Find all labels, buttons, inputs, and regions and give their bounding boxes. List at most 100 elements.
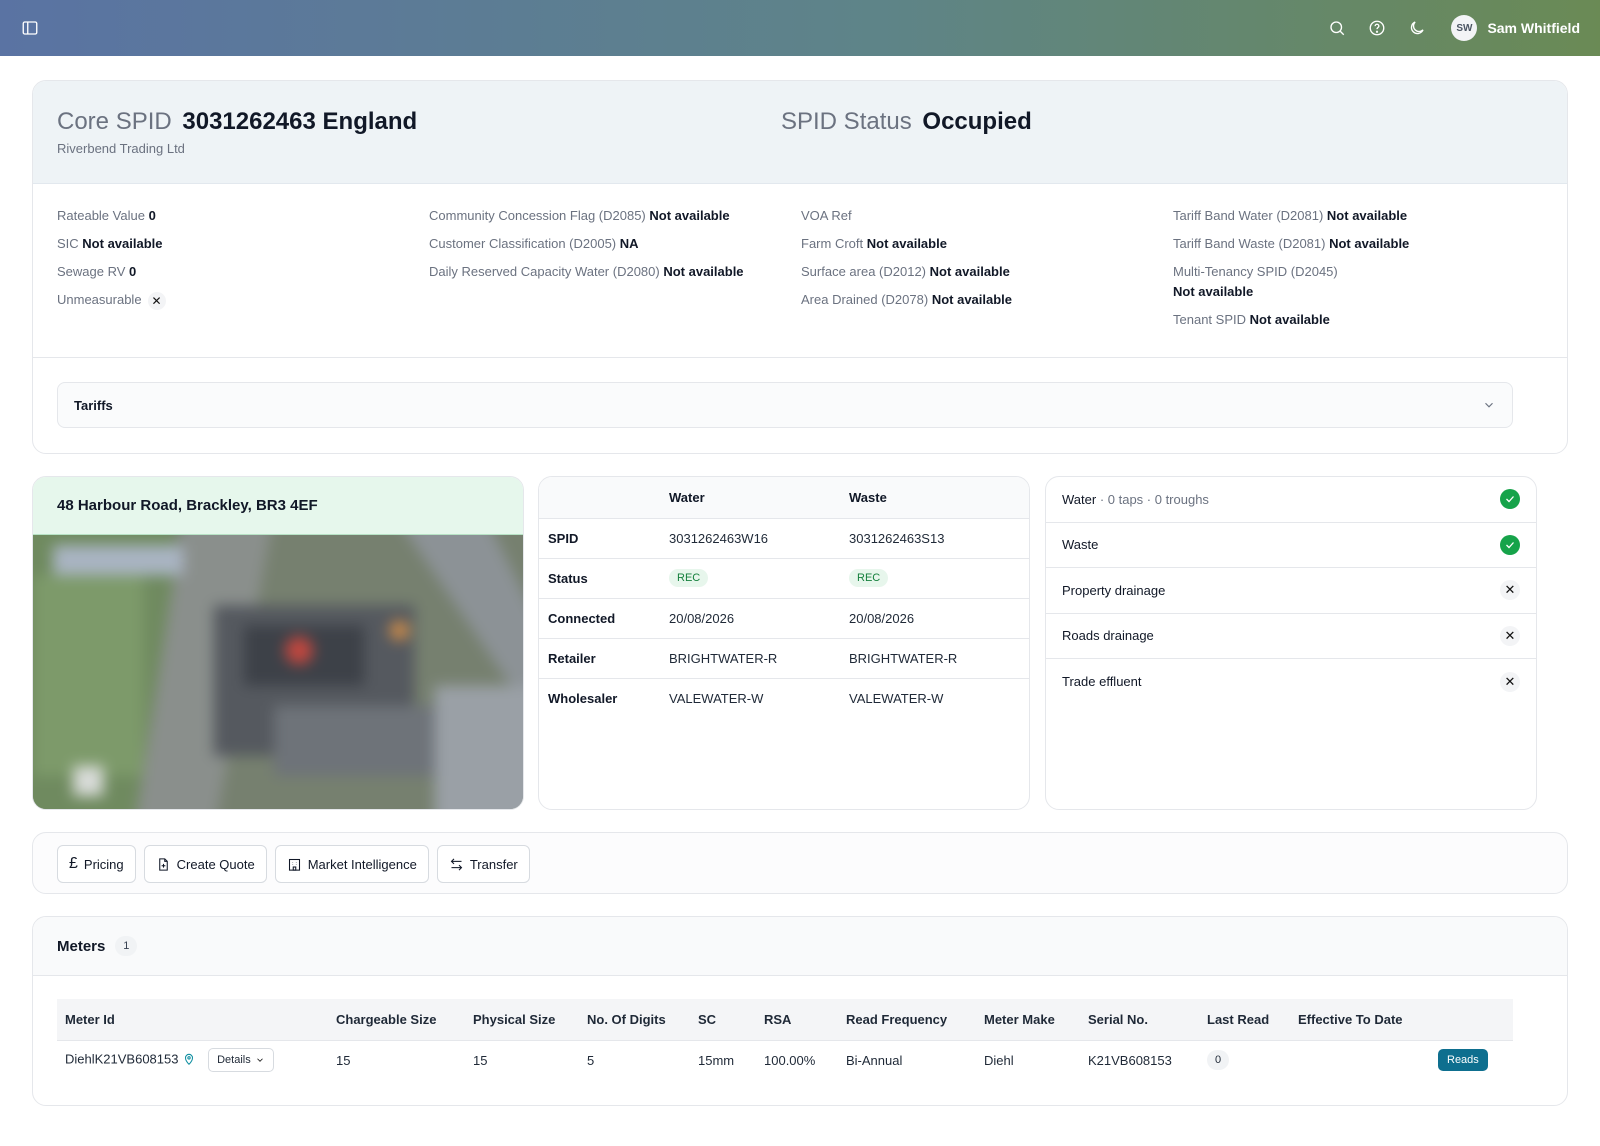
tariffs-accordion[interactable]: Tariffs xyxy=(57,382,1513,428)
sc: 15mm xyxy=(698,1052,735,1068)
attr-tenant-spid: Tenant SPID Not available xyxy=(1173,312,1330,327)
meter-id: DiehlK21VB608153 xyxy=(65,1051,179,1067)
digits: 5 xyxy=(587,1052,595,1068)
blurred-aerial-map xyxy=(33,535,523,809)
core-spid-label: Core SPID xyxy=(57,108,172,135)
meters-header: Meters 1 xyxy=(33,917,1567,976)
help-icon[interactable] xyxy=(1367,18,1387,38)
col-last-read: Last Read xyxy=(1199,999,1290,1041)
waste-status-cell: REC xyxy=(849,558,1029,599)
row-label: Wholesaler xyxy=(548,690,618,706)
close-icon: ✕ xyxy=(1500,671,1520,692)
pound-icon: £ xyxy=(69,855,78,872)
service-label: Trade effluent xyxy=(1062,674,1142,690)
create-quote-button[interactable]: Create Quote xyxy=(143,845,267,883)
service-waste: Waste xyxy=(1046,523,1536,568)
check-icon xyxy=(1500,534,1520,555)
col-chargeable-size: Chargeable Size xyxy=(328,999,465,1041)
market-intelligence-button[interactable]: Market Intelligence xyxy=(274,845,429,883)
search-icon[interactable] xyxy=(1327,18,1347,38)
transfer-button[interactable]: Transfer xyxy=(436,845,530,883)
check-icon xyxy=(1500,489,1520,510)
chevron-down-icon xyxy=(1485,402,1493,408)
attributes-col-1: Rateable Value 0 SIC Not available Sewag… xyxy=(57,206,417,318)
attr-daily-reserved-capacity: Daily Reserved Capacity Water (D2080) No… xyxy=(429,264,744,279)
user-menu[interactable]: SW Sam Whitfield xyxy=(1451,15,1580,41)
create-quote-label: Create Quote xyxy=(176,856,255,872)
core-spid-title: Core SPID 3031262463 England xyxy=(57,108,417,136)
attr-area-drained: Area Drained (D2078) Not available xyxy=(801,292,1013,307)
service-label: Water xyxy=(1062,491,1097,507)
col-rsa: RSA xyxy=(756,999,838,1041)
close-icon: ✕ xyxy=(1500,580,1520,601)
col-actions xyxy=(1430,999,1513,1041)
last-read-cell: 0 xyxy=(1199,1040,1290,1080)
service-roads-drainage: Roads drainage ✕ xyxy=(1046,614,1536,659)
table-row: SPID 3031262463W16 3031262463S13 xyxy=(539,518,1029,559)
spid-table-header: Water Waste xyxy=(539,477,1029,519)
details-label: Details xyxy=(217,1054,251,1067)
meters-table-header: Meter Id Chargeable Size Physical Size N… xyxy=(57,999,1513,1041)
transfer-label: Transfer xyxy=(469,856,518,872)
file-plus-icon xyxy=(158,857,168,871)
col-meter-make: Meter Make xyxy=(976,999,1080,1041)
dark-mode-icon[interactable] xyxy=(1407,18,1427,38)
row-label: Retailer xyxy=(539,638,669,679)
water-status-cell: REC xyxy=(669,558,849,599)
meters-table: Meter Id Chargeable Size Physical Size N… xyxy=(57,999,1513,1080)
waste-retailer: BRIGHTWATER-R xyxy=(849,638,1029,679)
water-wholesaler: VALEWATER-W xyxy=(669,690,764,706)
location-pin-icon[interactable] xyxy=(182,1052,196,1069)
attr-customer-classification: Customer Classification (D2005) NA xyxy=(429,236,639,251)
spid-detail-card: Water Waste SPID 3031262463W16 303126246… xyxy=(538,476,1030,810)
service-property-drainage: Property drainage ✕ xyxy=(1046,568,1536,614)
core-header: Core SPID 3031262463 England Riverbend T… xyxy=(33,81,1567,184)
table-row: Connected 20/08/2026 20/08/2026 xyxy=(539,598,1029,639)
table-row: Wholesaler VALEWATER-W VALEWATER-W xyxy=(539,678,1029,718)
serial-no: K21VB608153 xyxy=(1088,1052,1172,1068)
market-intelligence-label: Market Intelligence xyxy=(307,856,417,872)
water-retailer: BRIGHTWATER-R xyxy=(669,638,849,679)
attr-multi-tenancy: Multi-Tenancy SPID (D2045) Not available xyxy=(1173,264,1338,299)
effective-to-date xyxy=(1290,1040,1430,1080)
col-effective-to-date: Effective To Date xyxy=(1290,999,1430,1041)
read-frequency: Bi-Annual xyxy=(846,1052,903,1068)
attr-sewage-rv: Sewage RV 0 xyxy=(57,264,137,279)
row-label: SPID xyxy=(539,518,669,559)
spid-status-label: SPID Status xyxy=(781,108,912,135)
attributes-col-3: VOA Ref Farm Croft Not available Surface… xyxy=(801,206,1161,318)
address-card: 48 Harbour Road, Brackley, BR3 4EF xyxy=(32,476,524,810)
spid-table-header-waste: Waste xyxy=(849,477,1029,519)
company-name: Riverbend Trading Ltd xyxy=(57,141,185,156)
chevron-down-icon xyxy=(256,1058,263,1063)
meters-title: Meters xyxy=(57,937,106,955)
col-digits: No. Of Digits xyxy=(579,999,690,1041)
sidebar-toggle-icon[interactable] xyxy=(20,18,40,38)
meters-count-badge: 1 xyxy=(115,936,138,956)
action-bar: £ Pricing Create Quote Market Intelligen… xyxy=(32,832,1568,894)
status-badge: REC xyxy=(669,569,709,587)
map-image[interactable] xyxy=(33,535,523,809)
tariffs-label: Tariffs xyxy=(74,397,113,413)
core-spid-value: 3031262463 England xyxy=(182,108,418,135)
attr-tariff-band-waste: Tariff Band Waste (D2081) Not available xyxy=(1173,236,1410,251)
pricing-label: Pricing xyxy=(83,856,124,872)
attr-tariff-band-water: Tariff Band Water (D2081) Not available xyxy=(1173,208,1408,223)
waste-spid: 3031262463S13 xyxy=(849,518,1029,559)
pricing-button[interactable]: £ Pricing xyxy=(57,845,136,883)
unmeasurable-no-icon: ✕ xyxy=(147,291,166,310)
table-row: Retailer BRIGHTWATER-R BRIGHTWATER-R xyxy=(539,638,1029,679)
divider xyxy=(33,357,1567,358)
details-dropdown[interactable]: Details xyxy=(208,1048,274,1073)
row-label: Status xyxy=(539,558,669,599)
attr-rateable-value: Rateable Value 0 xyxy=(57,208,156,223)
reads-button[interactable]: Reads xyxy=(1438,1049,1488,1072)
attributes-col-2: Community Concession Flag (D2085) Not av… xyxy=(429,206,789,290)
spid-detail-table: Water Waste SPID 3031262463W16 303126246… xyxy=(539,477,1029,718)
waste-connected: 20/08/2026 xyxy=(849,598,1029,639)
water-taps-troughs: · 0 taps · 0 troughs xyxy=(1096,491,1209,507)
attr-surface-area: Surface area (D2012) Not available xyxy=(801,264,1010,279)
status-badge: REC xyxy=(849,569,889,587)
transfer-arrows-icon xyxy=(450,857,463,871)
spid-table-header-empty xyxy=(539,477,669,519)
